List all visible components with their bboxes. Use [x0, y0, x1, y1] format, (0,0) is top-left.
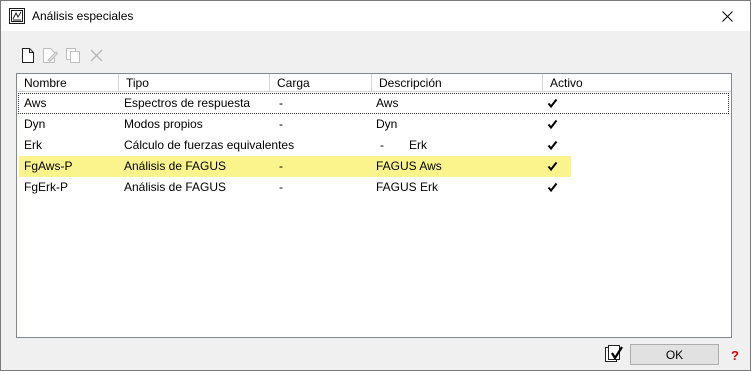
cell-carga: - — [279, 180, 283, 194]
cell-nombre: Erk — [24, 138, 42, 152]
active-checkbox[interactable] — [547, 119, 558, 130]
column-header-descripcion[interactable]: Descripción — [372, 74, 543, 92]
checklist-icon — [605, 345, 623, 362]
column-header-activo[interactable]: Activo — [543, 74, 731, 92]
active-checkbox[interactable] — [547, 182, 558, 193]
cell-nombre: FgAws-P — [24, 159, 73, 173]
row-highlight — [19, 156, 571, 177]
table-row[interactable]: Aws Espectros de respuesta - Aws — [18, 93, 729, 114]
cell-carga: - — [380, 138, 384, 152]
toolbar — [19, 45, 105, 65]
active-checkbox[interactable] — [547, 98, 558, 109]
title-bar[interactable]: Análisis especiales — [1, 1, 750, 31]
table-row[interactable]: Erk Cálculo de fuerzas equivalentes - Er… — [17, 135, 731, 156]
column-header-tipo[interactable]: Tipo — [119, 74, 270, 92]
close-button[interactable] — [704, 1, 750, 31]
cell-nombre: FgErk-P — [24, 180, 69, 194]
ok-button[interactable]: OK — [630, 344, 719, 365]
cell-carga: - — [279, 96, 283, 110]
cell-carga: - — [279, 159, 283, 173]
copy-icon — [66, 47, 80, 63]
new-document-icon — [21, 47, 34, 63]
cell-carga: - — [279, 117, 283, 131]
delete-icon — [90, 49, 103, 61]
cell-tipo: Análisis de FAGUS — [124, 180, 227, 194]
copy-button[interactable] — [65, 46, 82, 64]
active-checkbox[interactable] — [547, 161, 558, 172]
apply-checklist-button[interactable] — [604, 344, 624, 364]
cell-tipo: Modos propios — [124, 117, 203, 131]
help-icon: ? — [731, 347, 739, 363]
delete-button[interactable] — [88, 46, 105, 64]
cell-descripcion: Erk — [409, 138, 427, 152]
column-header-carga[interactable]: Carga — [270, 74, 372, 92]
help-button[interactable]: ? — [725, 345, 745, 365]
cell-descripcion: FAGUS Aws — [376, 159, 442, 173]
table-row[interactable]: FgErk-P Análisis de FAGUS - FAGUS Erk — [17, 177, 731, 198]
column-header-nombre[interactable]: Nombre — [17, 74, 119, 92]
dialog-window: Análisis especiales Nombre Tipo Carga De… — [0, 0, 751, 371]
new-button[interactable] — [19, 46, 36, 64]
edit-button[interactable] — [42, 46, 59, 64]
cell-nombre: Aws — [24, 96, 47, 110]
table-row[interactable]: FgAws-P Análisis de FAGUS - FAGUS Aws — [17, 156, 731, 177]
cell-tipo: Análisis de FAGUS — [124, 159, 227, 173]
cell-descripcion: Aws — [376, 96, 399, 110]
table-row[interactable]: Dyn Modos propios - Dyn — [17, 114, 731, 135]
window-title: Análisis especiales — [32, 9, 134, 23]
active-checkbox[interactable] — [547, 140, 558, 151]
table-header: Nombre Tipo Carga Descripción Activo — [17, 74, 731, 92]
cell-descripcion: Dyn — [376, 117, 398, 131]
edit-document-icon — [43, 47, 58, 63]
app-icon — [9, 8, 25, 24]
cell-nombre: Dyn — [24, 117, 46, 131]
cell-tipo: Espectros de respuesta — [124, 96, 251, 110]
cell-tipo: Cálculo de fuerzas equivalentes — [124, 138, 295, 152]
analysis-table[interactable]: Nombre Tipo Carga Descripción Activo Aws… — [16, 73, 732, 338]
cell-descripcion: FAGUS Erk — [376, 180, 439, 194]
close-icon — [721, 10, 733, 22]
